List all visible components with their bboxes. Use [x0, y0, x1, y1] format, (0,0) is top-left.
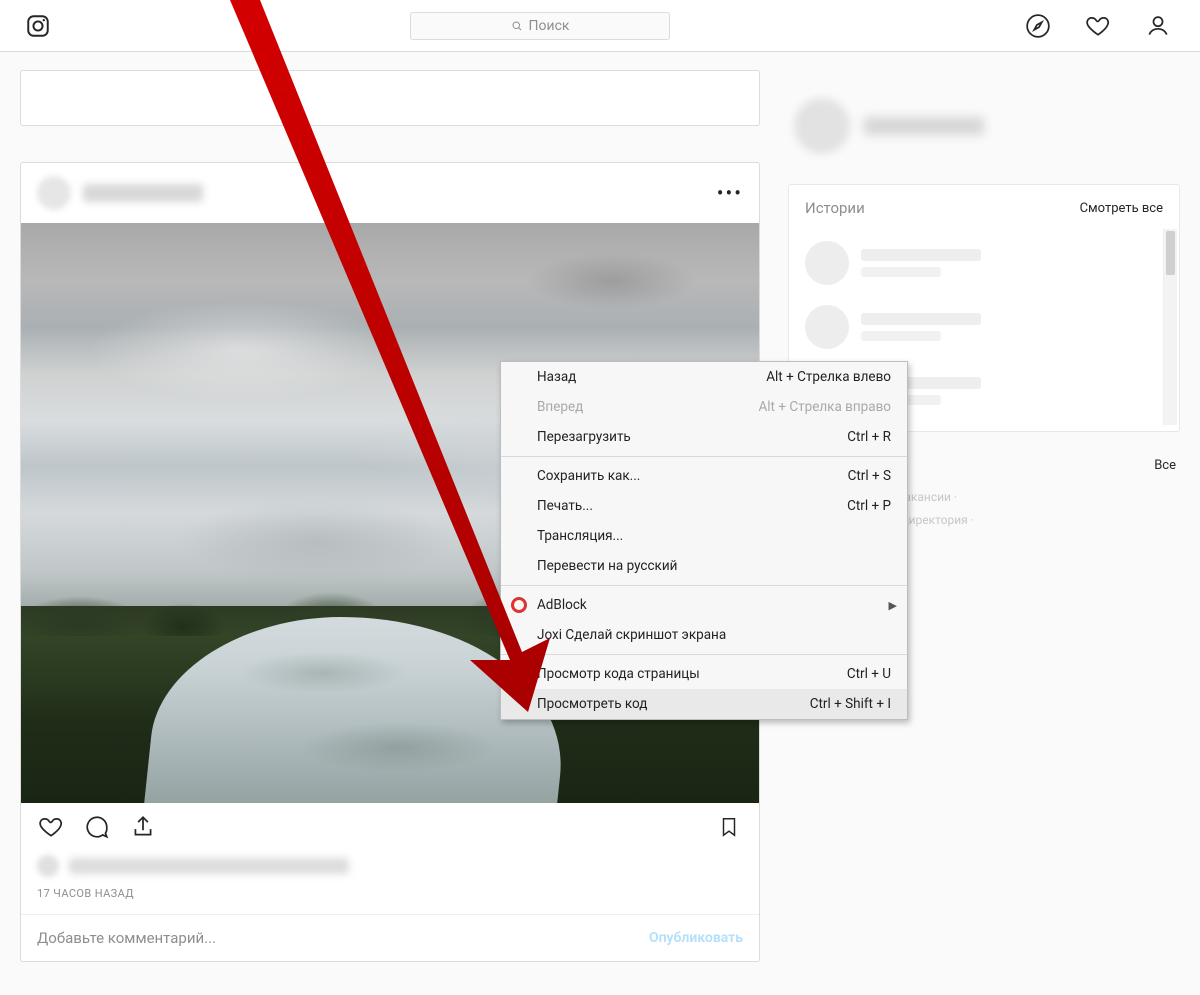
profile-icon[interactable]: [1144, 12, 1172, 40]
story-item[interactable]: [805, 231, 1163, 295]
ctx-adblock[interactable]: AdBlock▶: [501, 590, 907, 620]
chevron-right-icon: ▶: [889, 599, 897, 612]
ctx-translate[interactable]: Перевести на русский: [501, 551, 907, 581]
share-icon[interactable]: [129, 813, 157, 841]
caption-avatar: [37, 855, 59, 877]
sidebar-avatar: [794, 98, 850, 154]
ctx-inspect[interactable]: Просмотреть кодCtrl + Shift + I: [501, 689, 907, 719]
comment-bubble-icon[interactable]: [83, 813, 111, 841]
opera-icon: [511, 597, 527, 613]
suggestions-all-link[interactable]: Все: [1154, 458, 1176, 473]
post-caption: [37, 855, 743, 877]
post-header: •••: [21, 163, 759, 223]
post-timestamp: 17 ЧАСОВ НАЗАД: [21, 881, 759, 914]
instagram-logo-icon[interactable]: [20, 8, 56, 44]
sidebar-profile[interactable]: [788, 70, 1180, 184]
stories-scrollbar[interactable]: [1163, 229, 1177, 425]
ctx-save-as[interactable]: Сохранить как...Ctrl + S: [501, 461, 907, 491]
ctx-cast[interactable]: Трансляция...: [501, 521, 907, 551]
activity-heart-icon[interactable]: [1084, 12, 1112, 40]
sidebar-username-blur: [864, 117, 984, 135]
stories-see-all-link[interactable]: Смотреть все: [1080, 201, 1163, 216]
previous-post-card: [20, 70, 760, 126]
post-author-avatar[interactable]: [37, 176, 71, 210]
ctx-print[interactable]: Печать...Ctrl + P: [501, 491, 907, 521]
explore-icon[interactable]: [1024, 12, 1052, 40]
top-nav: Поиск: [0, 0, 1200, 52]
ctx-joxi[interactable]: Joxi Сделай скриншот экрана: [501, 620, 907, 650]
bookmark-icon[interactable]: [715, 813, 743, 841]
ctx-forward: ВпередAlt + Стрелка вправо: [501, 392, 907, 422]
caption-text-blur: [69, 858, 349, 874]
ctx-view-source[interactable]: Просмотр кода страницыCtrl + U: [501, 659, 907, 689]
stories-title: Истории: [805, 199, 865, 217]
add-comment-input[interactable]: Добавьте комментарий...: [37, 929, 649, 947]
like-heart-icon[interactable]: [37, 813, 65, 841]
post-author-username[interactable]: [83, 184, 203, 202]
publish-button[interactable]: Опубликовать: [649, 930, 743, 946]
post-action-bar: [21, 803, 759, 851]
browser-context-menu: НазадAlt + Стрелка влево ВпередAlt + Стр…: [500, 361, 908, 720]
story-item[interactable]: [805, 295, 1163, 359]
ctx-reload[interactable]: ПерезагрузитьCtrl + R: [501, 422, 907, 452]
search-placeholder: Поиск: [529, 18, 570, 34]
ctx-back[interactable]: НазадAlt + Стрелка влево: [501, 362, 907, 392]
post-options-button[interactable]: •••: [717, 181, 743, 205]
search-input[interactable]: Поиск: [410, 12, 670, 40]
